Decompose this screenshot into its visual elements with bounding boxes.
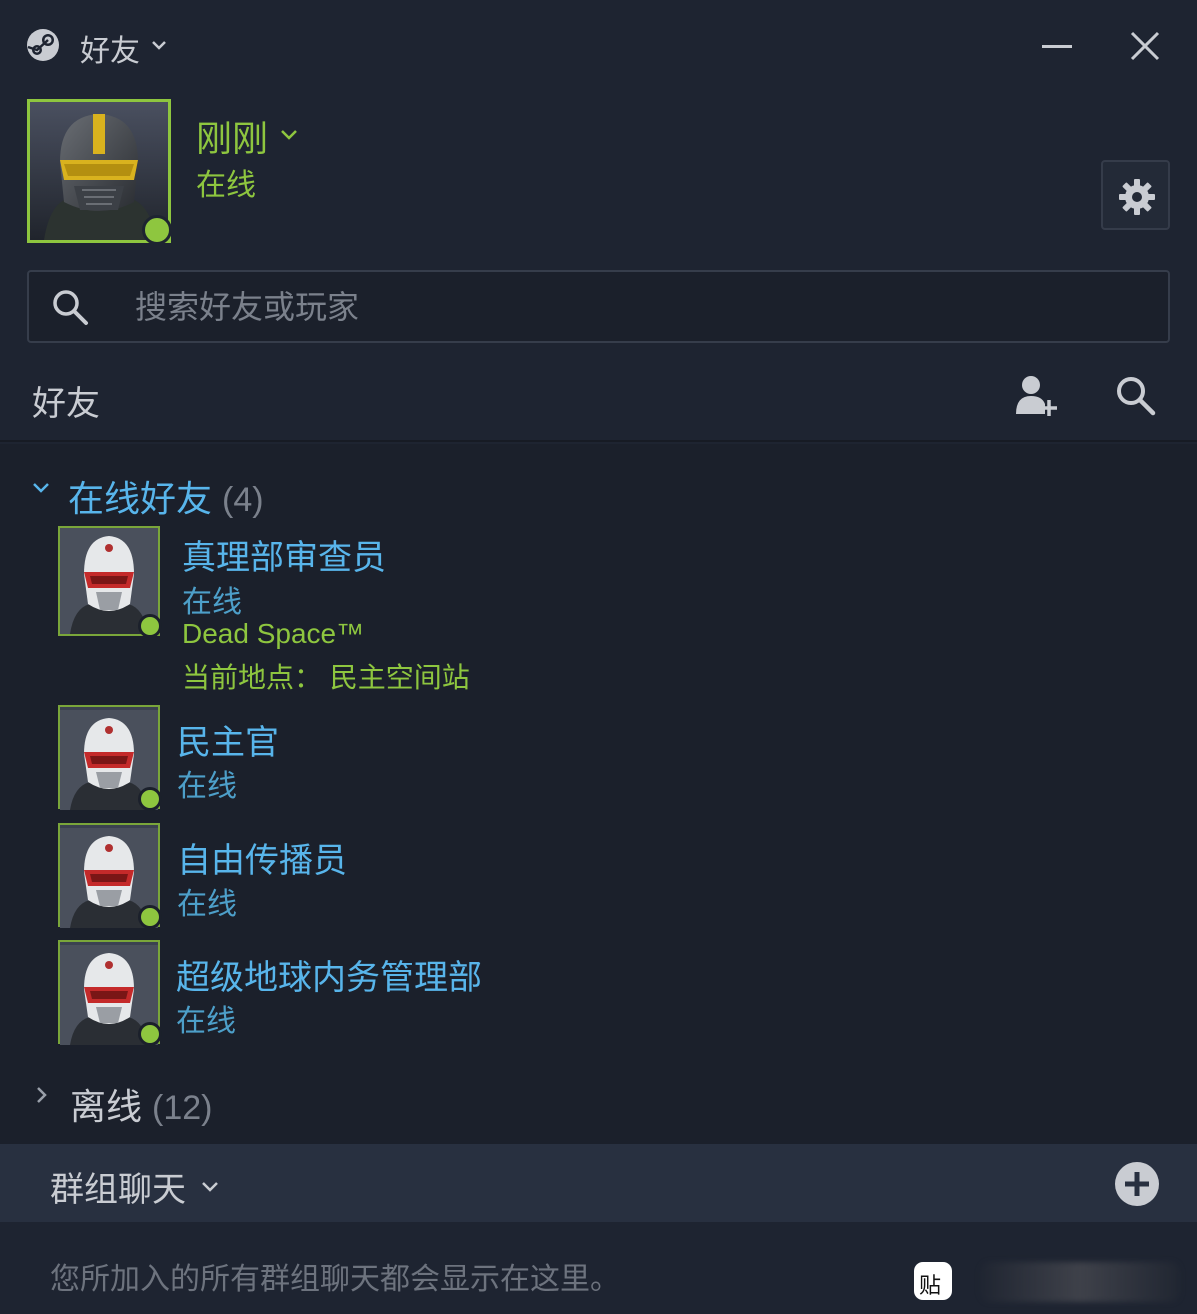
profile-status: 在线 <box>196 169 256 202</box>
watermark-smudge <box>980 1262 1180 1302</box>
profile-name[interactable]: 刚刚 <box>196 110 268 162</box>
steam-logo-icon[interactable] <box>26 28 60 62</box>
chevron-right-icon <box>37 1087 47 1103</box>
group-chats-header: 群组聊天 <box>0 1144 1197 1222</box>
search-icon[interactable] <box>1114 374 1156 416</box>
friend-row[interactable]: 超级地球内务管理部 在线 <box>0 940 1197 1050</box>
online-status-dot <box>138 614 162 638</box>
group-chats-empty-message: 您所加入的所有群组聊天都会显示在这里。 <box>50 1263 620 1296</box>
chevron-down-icon[interactable] <box>200 1176 220 1196</box>
close-icon[interactable] <box>1126 26 1164 66</box>
friends-window: 好友 刚刚 在线 搜索好友或玩家 好友 在线好友 (4) 真理部审查员 在线 D… <box>0 0 1197 1314</box>
minimize-button[interactable] <box>1040 26 1074 66</box>
friend-row[interactable]: 自由传播员 在线 <box>0 823 1197 933</box>
online-group-label: 在线好友 <box>68 478 213 519</box>
group-chats-title[interactable]: 群组聊天 <box>50 1162 186 1211</box>
offline-group-title: 离线 (12) <box>70 1078 212 1130</box>
add-friend-icon[interactable] <box>1014 374 1060 418</box>
online-friends-group-toggle[interactable]: 在线好友 (4) <box>0 456 700 519</box>
offline-group-count: (12) <box>152 1089 213 1127</box>
friend-search-box[interactable] <box>27 270 1170 343</box>
offline-group-label: 离线 <box>70 1086 143 1127</box>
watermark-badge-text: 贴 <box>919 1273 942 1298</box>
friends-section-title: 好友 <box>32 385 100 423</box>
friend-status: 在线 <box>182 586 242 619</box>
search-icon <box>53 290 88 325</box>
settings-button[interactable] <box>1101 160 1170 230</box>
friend-location: 当前地点： 民主空间站 <box>182 662 470 693</box>
friend-name: 自由传播员 <box>177 842 347 880</box>
window-title[interactable]: 好友 <box>80 26 140 70</box>
online-status-dot <box>138 787 162 811</box>
chevron-down-icon[interactable] <box>279 124 299 144</box>
gear-icon <box>1119 179 1155 215</box>
friend-status: 在线 <box>176 1005 236 1038</box>
online-friends-group-title: 在线好友 (4) <box>68 470 264 522</box>
friend-row[interactable]: 真理部审查员 在线 Dead Space™ 当前地点： 民主空间站 <box>0 526 1197 696</box>
online-status-dot <box>138 905 162 929</box>
chevron-down-icon <box>33 483 49 493</box>
offline-friends-group-toggle[interactable]: 离线 (12) <box>0 1064 700 1127</box>
online-status-dot <box>138 1022 162 1046</box>
online-status-dot <box>142 215 172 245</box>
friend-status: 在线 <box>177 888 237 921</box>
friend-name: 真理部审查员 <box>182 539 386 577</box>
friend-name: 民主官 <box>177 724 279 762</box>
plus-circle-icon[interactable] <box>1114 1161 1160 1207</box>
online-group-count: (4) <box>222 481 264 519</box>
friends-section-header: 好友 <box>0 360 1197 442</box>
friend-name: 超级地球内务管理部 <box>176 959 482 997</box>
friend-row[interactable]: 民主官 在线 <box>0 705 1197 815</box>
friend-status: 在线 <box>177 770 237 803</box>
friend-list: 在线好友 (4) 真理部审查员 在线 Dead Space™ 当前地点： 民主空间… <box>0 444 1197 1144</box>
friend-game: Dead Space™ <box>182 618 365 649</box>
watermark-badge: 贴 <box>914 1262 952 1300</box>
title-bar: 好友 <box>0 0 1197 92</box>
chevron-down-icon[interactable] <box>150 36 168 54</box>
search-input[interactable] <box>135 282 1135 332</box>
